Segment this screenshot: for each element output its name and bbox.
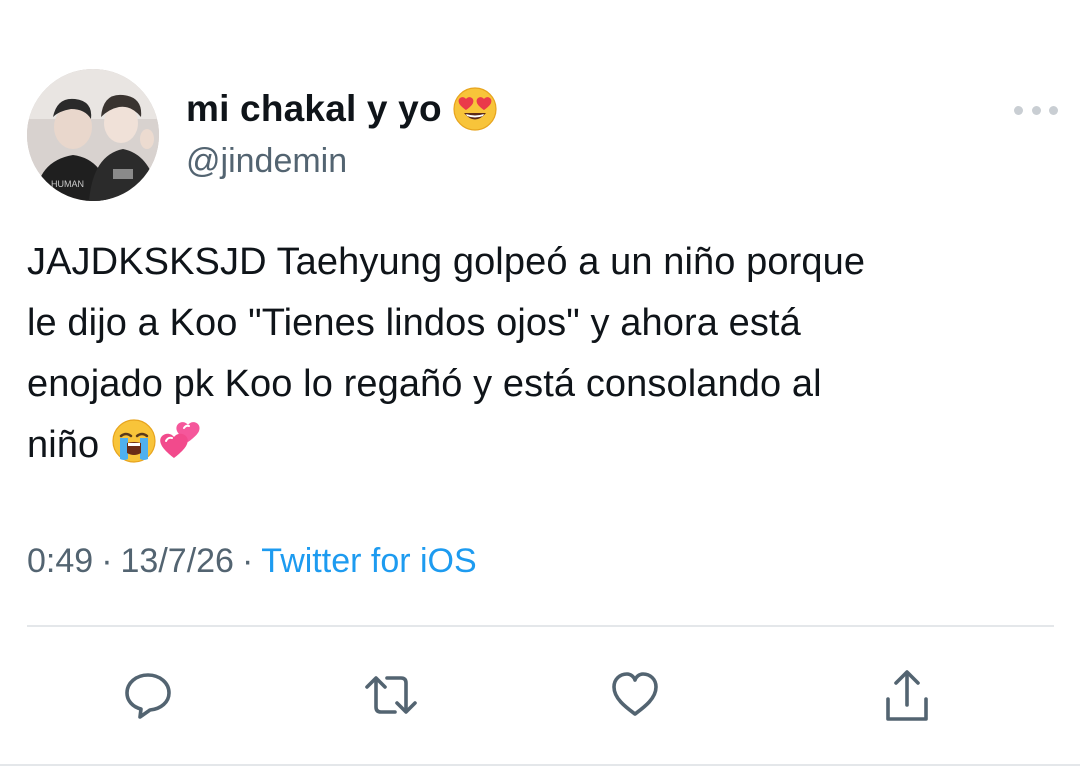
author-handle[interactable]: @jindemin	[186, 142, 347, 181]
author-display-name[interactable]: mi chakal y yo	[186, 88, 442, 130]
share-icon	[886, 670, 928, 721]
reply-button[interactable]	[113, 660, 183, 730]
meta-separator: ·	[101, 542, 113, 580]
tweet-meta: 0:49 · 13/7/26 · Twitter for iOS	[27, 542, 477, 581]
retweet-button[interactable]	[356, 660, 426, 730]
tweet-text: JAJDKSKSJD Taehyung golpeó a un niño por…	[27, 232, 1057, 476]
tweet-detail: HUMAN mi chakal y yo @jindemin JAJDKSKSJ…	[0, 0, 1080, 775]
more-dot	[1049, 105, 1058, 115]
heart-eyes-emoji-icon	[452, 86, 498, 132]
action-bar	[0, 660, 1080, 730]
tweet-source-link[interactable]: Twitter for iOS	[261, 542, 476, 580]
speech-bubble-icon	[125, 673, 171, 719]
bottom-divider	[0, 764, 1080, 766]
tweet-text-line-last: niño	[27, 415, 1057, 476]
retweet-icon	[365, 676, 417, 714]
like-button[interactable]	[600, 660, 670, 730]
two-hearts-emoji-icon	[158, 417, 206, 465]
author-name-row[interactable]: mi chakal y yo	[186, 84, 498, 134]
more-dot	[1014, 105, 1023, 115]
tweet-text-line: enojado pk Koo lo regañó y está consolan…	[27, 363, 822, 405]
svg-text:HUMAN: HUMAN	[51, 179, 84, 189]
more-dot	[1031, 105, 1041, 115]
tweet-text-last-word: niño	[27, 424, 100, 466]
tweet-text-line: le dijo a Koo "Tienes lindos ojos" y aho…	[27, 302, 801, 344]
tweet-time[interactable]: 0:49	[27, 542, 93, 580]
more-options-icon[interactable]	[1014, 100, 1058, 120]
avatar[interactable]: HUMAN	[27, 69, 159, 201]
share-button[interactable]	[872, 660, 942, 730]
loudly-crying-face-emoji-icon	[110, 417, 158, 465]
avatar-photo: HUMAN	[27, 69, 159, 201]
tweet-text-line: JAJDKSKSJD Taehyung golpeó a un niño por…	[27, 241, 866, 283]
heart-icon	[612, 672, 658, 716]
meta-separator: ·	[241, 542, 254, 580]
divider	[27, 625, 1054, 627]
tweet-date[interactable]: 13/7/26	[121, 542, 234, 580]
